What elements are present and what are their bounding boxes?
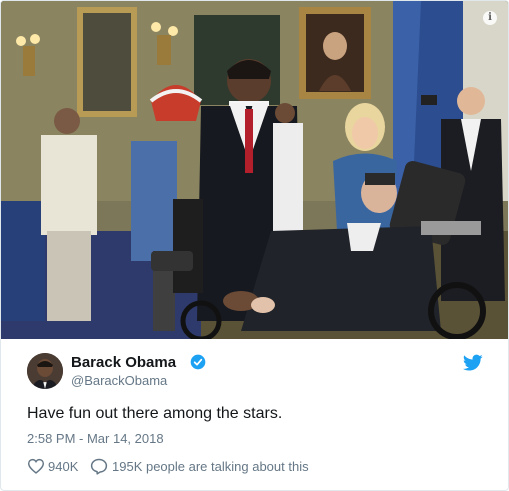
tweet-photo[interactable]: i <box>1 1 508 339</box>
tweet-timestamp[interactable]: 2:58 PM - Mar 14, 2018 <box>27 431 164 446</box>
avatar[interactable] <box>27 353 63 389</box>
author-display-name[interactable]: Barack Obama <box>71 354 176 371</box>
tweet-card[interactable]: i Barack Obama @BarackObama Have fun out… <box>0 0 509 491</box>
info-icon[interactable]: i <box>483 11 497 25</box>
tweet-header: Barack Obama @BarackObama <box>27 351 497 395</box>
avatar-image <box>27 353 63 389</box>
tweet-actions: 940K 195K people are talking about this <box>27 457 487 477</box>
speech-bubble-icon[interactable] <box>90 458 108 475</box>
verified-badge-icon <box>190 354 206 370</box>
author-handle[interactable]: @BarackObama <box>71 373 167 388</box>
tweet-text: Have fun out there among the stars. <box>27 405 283 422</box>
like-count[interactable]: 940K <box>48 459 78 474</box>
conversation-link[interactable]: 195K people are talking about this <box>112 459 309 474</box>
twitter-bird-icon[interactable] <box>463 354 483 372</box>
photo-scene <box>1 1 508 339</box>
heart-icon[interactable] <box>27 458 45 474</box>
